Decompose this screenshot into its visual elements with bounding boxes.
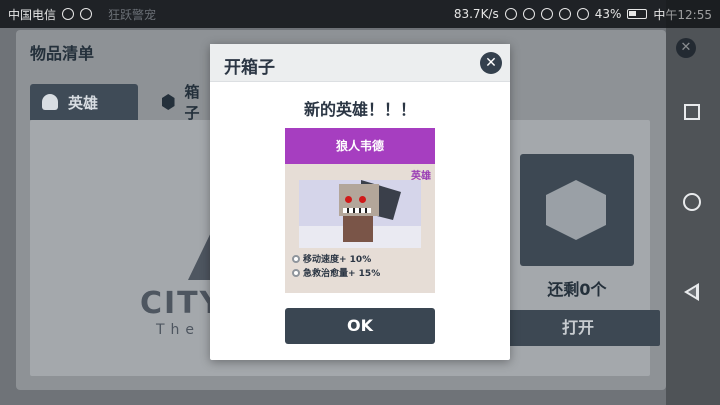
hero-stat: 急救治愈量+ 15% xyxy=(292,266,380,279)
tab-heroes[interactable]: 英雄 xyxy=(30,84,138,120)
portrait-eye xyxy=(345,196,352,203)
stat-bullet-icon xyxy=(292,268,300,277)
portrait-eye xyxy=(359,196,366,203)
portrait-teeth xyxy=(343,208,371,213)
user-icon xyxy=(42,94,58,110)
inventory-title: 物品清单 xyxy=(30,44,95,63)
remaining-count: 还剩0个 xyxy=(547,280,607,299)
carrier-label: 中国电信 xyxy=(8,7,57,22)
notification-title: 狂跃警宠 xyxy=(108,7,157,22)
battery-icon xyxy=(627,9,648,19)
ok-button[interactable]: OK xyxy=(285,308,435,344)
headphones-icon xyxy=(504,8,517,20)
dialog-title: 开箱子 xyxy=(224,58,275,78)
tab-boxes-label: 箱子 xyxy=(184,83,200,122)
hero-stat-text: 移动速度+ 10% xyxy=(303,255,372,265)
status-bar: 中国电信 狂跃警宠 83.7K/s 43% 中午12:55 xyxy=(0,0,720,28)
sync-icon xyxy=(80,8,93,20)
open-box-dialog: 开箱子 ✕ 新的英雄！！！ 狼人韦德 英雄 移动速度+ 10% 急救治愈量+ 1… xyxy=(210,44,510,360)
signal-icon xyxy=(576,8,589,20)
new-hero-heading: 新的英雄！！！ xyxy=(303,100,416,119)
hero-name: 狼人韦德 xyxy=(285,128,435,164)
wifi-icon xyxy=(558,8,571,20)
battery-percent: 43% xyxy=(594,7,622,21)
tab-heroes-label: 英雄 xyxy=(68,93,99,112)
hero-stat-text: 急救治愈量+ 15% xyxy=(303,269,381,279)
home-icon[interactable] xyxy=(683,193,701,211)
hero-portrait xyxy=(299,180,421,248)
back-icon-inner xyxy=(688,287,696,297)
eye-icon xyxy=(540,8,553,20)
notification-icon xyxy=(62,8,75,20)
dialog-close-icon[interactable]: ✕ xyxy=(480,52,502,74)
hero-card: 狼人韦德 英雄 移动速度+ 10% 急救治愈量+ 15% xyxy=(285,128,435,293)
box-icon xyxy=(162,94,175,110)
stat-bullet-icon xyxy=(292,254,300,263)
net-speed: 83.7K/s xyxy=(453,7,499,21)
recent-apps-icon[interactable] xyxy=(684,104,700,120)
open-box-button[interactable]: 打开 xyxy=(496,310,660,346)
hero-stat: 移动速度+ 10% xyxy=(292,252,371,265)
dialog-header: 开箱子 ✕ xyxy=(210,44,510,82)
mute-icon xyxy=(522,8,535,20)
